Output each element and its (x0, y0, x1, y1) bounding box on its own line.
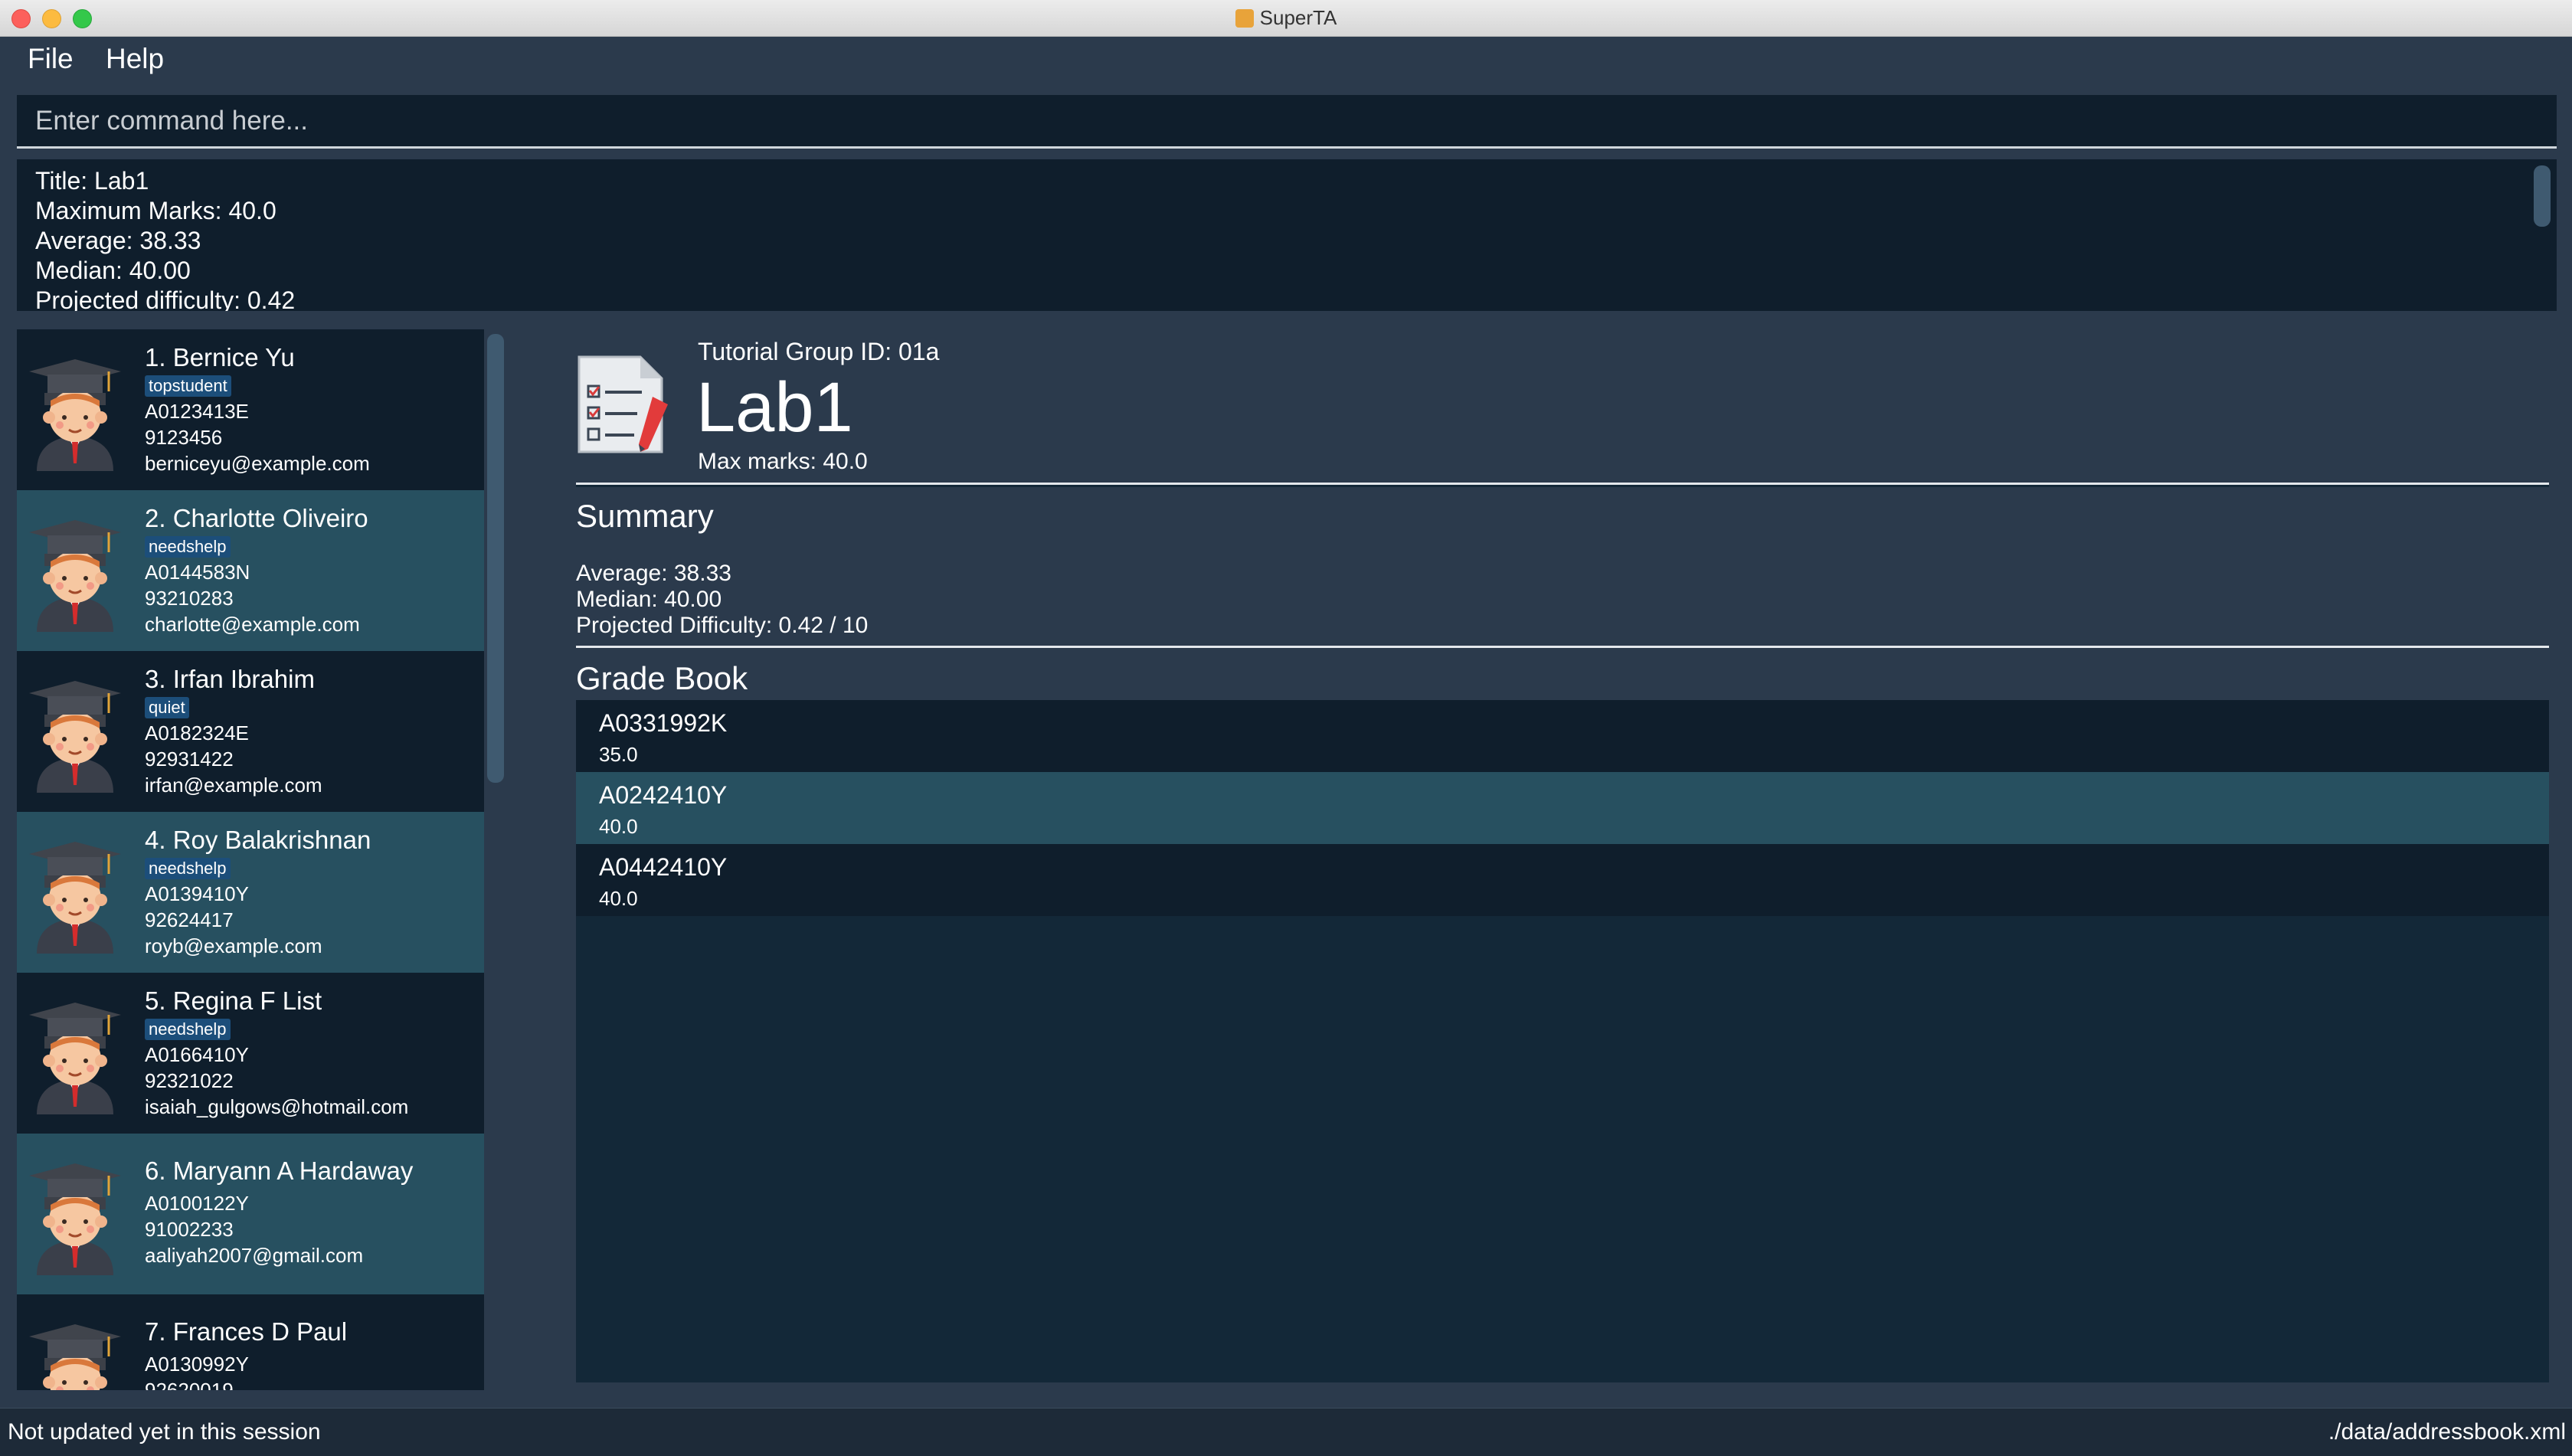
grade-student-id: A0442410Y (599, 853, 728, 881)
student-email: berniceyu@example.com (145, 452, 370, 475)
student-card[interactable]: 7. Frances D Paul A0130992Y 92620019 (17, 1294, 484, 1390)
window-title: SuperTA (1259, 6, 1337, 29)
student-phone: 92321022 (145, 1069, 234, 1092)
student-avatar-icon (29, 517, 121, 632)
student-name: 5. Regina F List (145, 986, 322, 1015)
student-avatar-icon (29, 1000, 121, 1114)
student-name: 6. Maryann A Hardaway (145, 1157, 414, 1185)
result-scrollbar[interactable] (2534, 165, 2551, 227)
student-tag: topstudent (145, 375, 231, 397)
student-avatar-icon (29, 678, 121, 793)
student-list-scrollbar[interactable] (487, 334, 504, 783)
student-name: 4. Roy Balakrishnan (145, 826, 371, 854)
student-avatar-icon (29, 1321, 121, 1390)
student-email: charlotte@example.com (145, 613, 360, 636)
result-display[interactable]: Title: Lab1 Maximum Marks: 40.0 Average:… (17, 159, 2557, 311)
student-card[interactable]: 6. Maryann A Hardaway A0100122Y 91002233… (17, 1134, 484, 1294)
grade-row[interactable]: A0242410Y 40.0 (576, 772, 2549, 844)
result-line: Average: 38.33 (35, 227, 201, 254)
student-list: 1. Bernice Yu topstudent A0123413E 91234… (17, 329, 484, 1390)
result-line: Median: 40.00 (35, 257, 191, 284)
grade-row[interactable]: A0331992K 35.0 (576, 700, 2549, 772)
student-card[interactable]: 2. Charlotte Oliveiro needshelp A0144583… (17, 490, 484, 651)
student-name: 1. Bernice Yu (145, 343, 295, 371)
result-line: Projected difficulty: 0.42 (35, 286, 296, 311)
save-location: ./data/addressbook.xml (2328, 1419, 2566, 1445)
student-phone: 93210283 (145, 587, 234, 610)
student-card[interactable]: 3. Irfan Ibrahim quiet A0182324E 9293142… (17, 651, 484, 812)
status-bar: Not updated yet in this session ./data/a… (0, 1408, 2572, 1456)
student-phone: 9123456 (145, 426, 223, 449)
student-matric: A0139410Y (145, 882, 249, 905)
summary-difficulty: Projected Difficulty: 0.42 / 10 (576, 613, 869, 638)
student-card[interactable]: 1. Bernice Yu topstudent A0123413E 91234… (17, 329, 484, 490)
student-phone: 92931422 (145, 748, 234, 771)
summary-average: Average: 38.33 (576, 561, 731, 586)
student-phone: 92620019 (145, 1379, 234, 1390)
student-email: irfan@example.com (145, 774, 322, 797)
student-name: 2. Charlotte Oliveiro (145, 504, 368, 532)
student-matric: A0123413E (145, 400, 249, 423)
assignment-max-marks: Max marks: 40.0 (698, 449, 868, 474)
sync-status: Not updated yet in this session (8, 1419, 321, 1445)
student-matric: A0182324E (145, 721, 249, 744)
student-phone: 91002233 (145, 1218, 234, 1241)
grade-row[interactable]: A0442410Y 40.0 (576, 844, 2549, 916)
student-card[interactable]: 4. Roy Balakrishnan needshelp A0139410Y … (17, 812, 484, 973)
student-tag: needshelp (145, 536, 231, 558)
window-titlebar: SuperTA (0, 0, 2572, 37)
student-avatar-icon (29, 356, 121, 471)
window-title-wrap: SuperTA (0, 0, 2572, 36)
student-tag: quiet (145, 697, 189, 718)
student-email: royb@example.com (145, 934, 322, 957)
assignment-title: Lab1 (696, 368, 853, 447)
summary-title: Summary (576, 498, 714, 534)
student-matric: A0130992Y (145, 1353, 249, 1376)
grade-mark: 40.0 (599, 887, 638, 910)
grade-student-id: A0242410Y (599, 781, 728, 809)
gradebook-title: Grade Book (576, 660, 748, 696)
menu-file[interactable]: File (28, 43, 74, 75)
student-avatar-icon (29, 1160, 121, 1275)
student-email: aaliyah2007@gmail.com (145, 1244, 364, 1267)
command-input[interactable] (17, 95, 2557, 146)
result-line: Maximum Marks: 40.0 (35, 197, 277, 224)
app-icon (1235, 9, 1254, 28)
student-matric: A0144583N (145, 561, 250, 584)
result-line: Title: Lab1 (35, 167, 149, 195)
student-name: 7. Frances D Paul (145, 1317, 348, 1346)
student-matric: A0100122Y (145, 1192, 249, 1215)
menu-help[interactable]: Help (106, 43, 164, 75)
command-box (17, 95, 2557, 149)
student-avatar-icon (29, 839, 121, 954)
menu-bar: File Help (0, 37, 2572, 84)
summary-section (576, 487, 2549, 646)
grade-mark: 40.0 (599, 815, 638, 838)
student-tag: needshelp (145, 858, 231, 879)
header-divider (576, 483, 2549, 485)
student-phone: 92624417 (145, 908, 234, 931)
gradebook-header (576, 648, 2549, 702)
summary-median: Median: 40.00 (576, 587, 722, 612)
grade-mark: 35.0 (599, 743, 638, 766)
assignment-document-icon (578, 355, 668, 453)
student-matric: A0166410Y (145, 1043, 249, 1066)
tutorial-group-id: Tutorial Group ID: 01a (698, 338, 940, 365)
student-card[interactable]: 5. Regina F List needshelp A0166410Y 923… (17, 973, 484, 1134)
student-name: 3. Irfan Ibrahim (145, 665, 315, 693)
student-tag: needshelp (145, 1019, 231, 1040)
student-email: isaiah_gulgows@hotmail.com (145, 1095, 409, 1118)
grade-student-id: A0331992K (599, 709, 728, 737)
